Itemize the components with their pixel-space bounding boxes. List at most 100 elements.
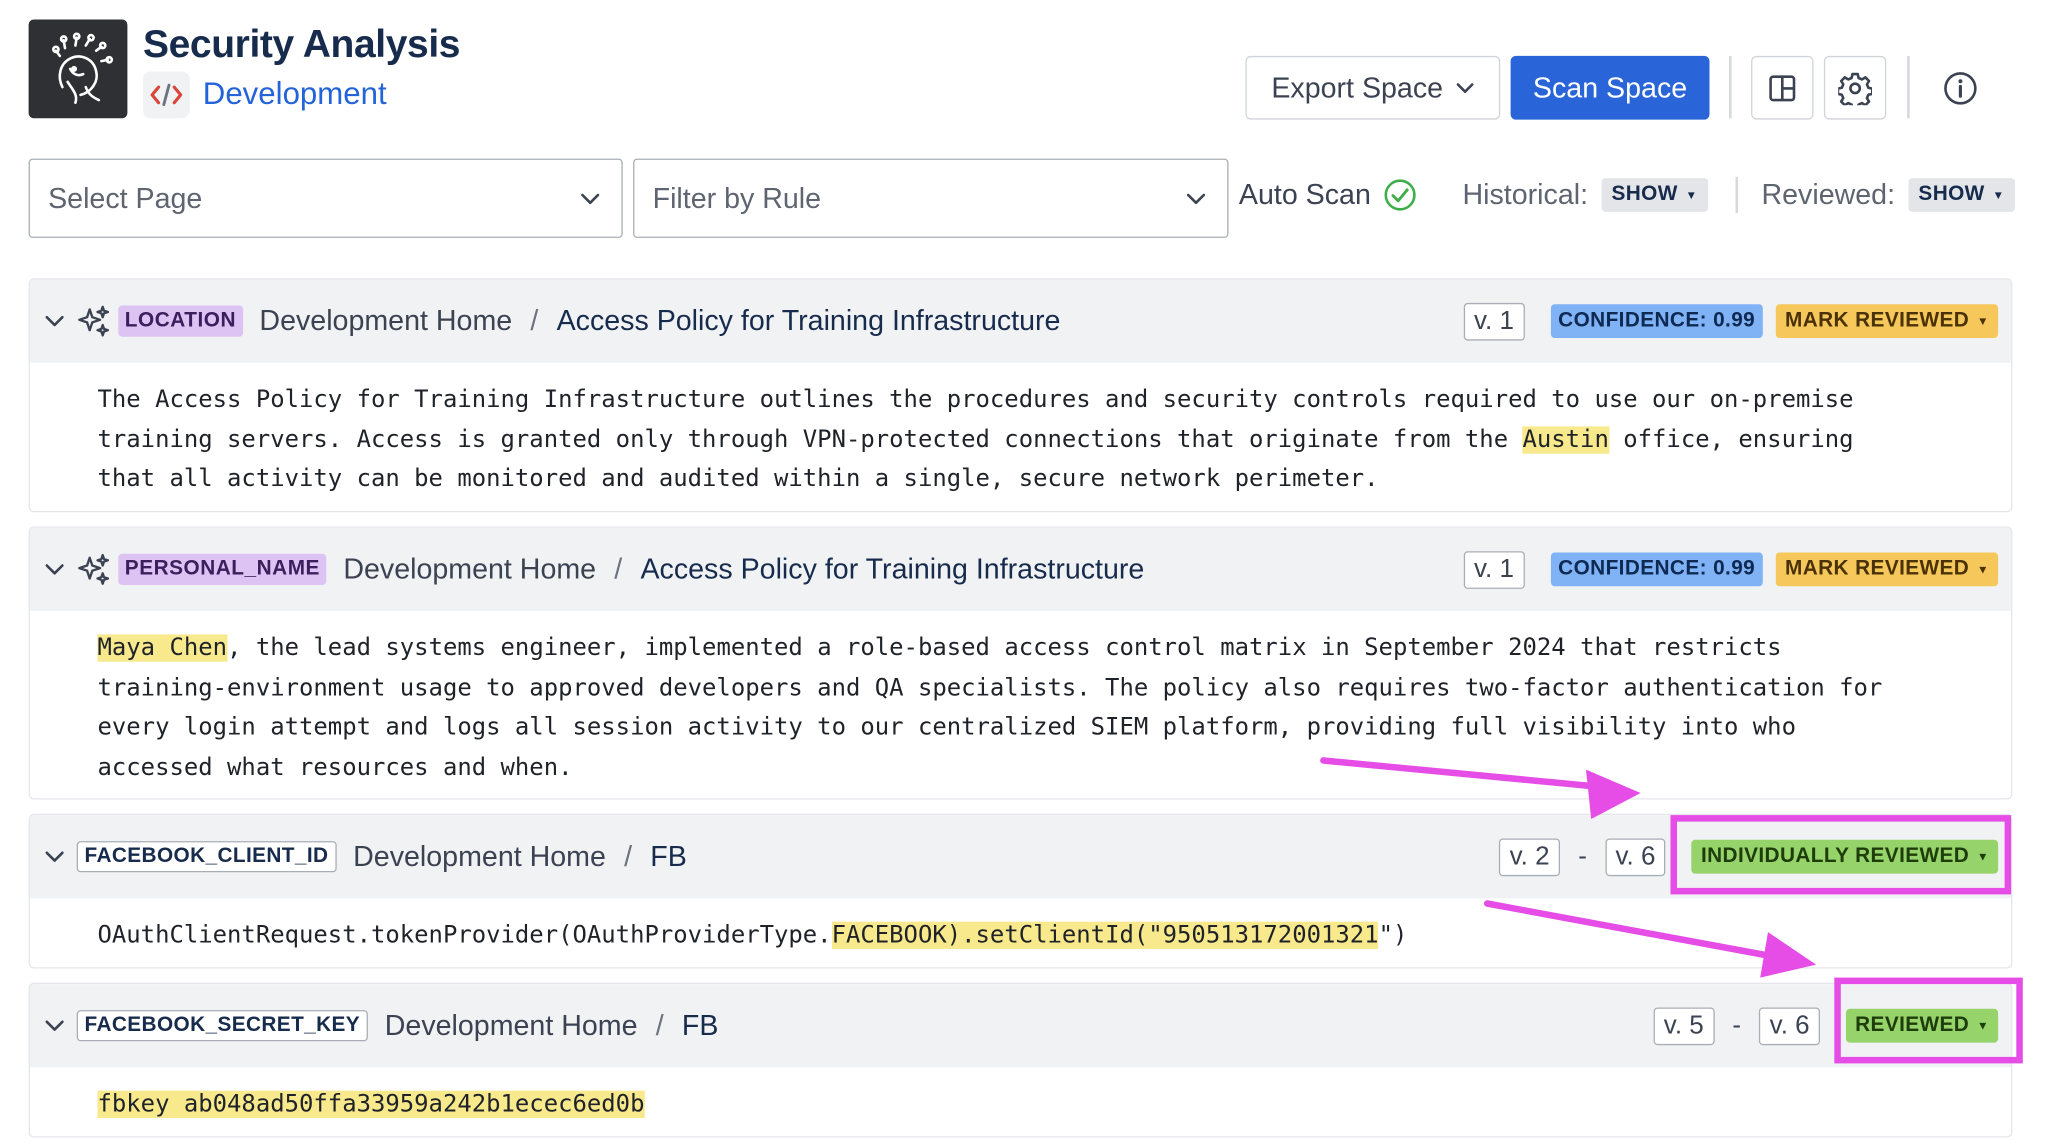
- page-title-link[interactable]: Access Policy for Training Infrastructur…: [640, 553, 1144, 587]
- settings-button[interactable]: [1823, 55, 1887, 120]
- excerpt-text: every login attempt and logs all session…: [97, 714, 1796, 742]
- page-title-link[interactable]: FB: [682, 1009, 719, 1043]
- excerpt-line: training servers. Access is granted only…: [98, 421, 1960, 461]
- finding-header[interactable]: PERSONAL_NAME Development Home / Access …: [29, 527, 2012, 611]
- space-link[interactable]: Development: [203, 77, 387, 113]
- status-label: MARK REVIEWED: [1785, 557, 1970, 580]
- code-icon: [143, 71, 190, 119]
- info-button[interactable]: [1932, 56, 1989, 120]
- finding-header[interactable]: LOCATION Development Home / Access Polic…: [29, 279, 2012, 363]
- caret-down-icon: ▼: [1977, 562, 1989, 576]
- version-to-badge[interactable]: v. 6: [1759, 1006, 1821, 1045]
- excerpt-text: "): [1378, 921, 1408, 949]
- page-title-link[interactable]: Access Policy for Training Infrastructur…: [557, 304, 1061, 338]
- rule-tag: PERSONAL_NAME: [118, 553, 327, 585]
- reviewed-show-toggle[interactable]: SHOW ▼: [1908, 178, 2015, 212]
- excerpt-line: accessed what resources and when.: [98, 749, 1960, 789]
- breadcrumb-separator: /: [530, 304, 539, 337]
- excerpt-text: office, ensuring: [1608, 426, 1854, 454]
- space-breadcrumb: Development: [143, 71, 387, 119]
- mark-reviewed-button[interactable]: MARK REVIEWED ▼: [1775, 304, 1999, 338]
- page-title-link[interactable]: FB: [650, 840, 687, 874]
- page-parent-link[interactable]: Development Home: [385, 1009, 638, 1043]
- finding-excerpt: Maya Chen, the lead systems engineer, im…: [97, 629, 1960, 789]
- app-canvas: Security Analysis Development Export Spa…: [0, 0, 2023, 1144]
- finding-excerpt: fbkey ab048ad50ffa33959a242b1ecec6ed0b: [97, 1086, 1960, 1126]
- auto-scan-label: Auto Scan: [1238, 178, 1371, 211]
- medusa-logo-icon: [51, 32, 114, 104]
- page-parent-link[interactable]: Development Home: [353, 840, 606, 874]
- export-space-label: Export Space: [1271, 70, 1444, 104]
- page-title: Security Analysis: [143, 23, 461, 67]
- finding-excerpt: OAuthClientRequest.tokenProvider(OAuthPr…: [98, 916, 1960, 956]
- excerpt-text: accessed what resources and when.: [97, 754, 573, 782]
- rule-tag: FACEBOOK_CLIENT_ID: [76, 841, 337, 873]
- version-range-separator: -: [1578, 841, 1587, 871]
- breadcrumb-separator: /: [624, 839, 633, 873]
- finding-excerpt: The Access Policy for Training Infrastru…: [98, 381, 1960, 501]
- version-to-badge[interactable]: v. 6: [1605, 837, 1666, 876]
- excerpt-line: Maya Chen, the lead systems engineer, im…: [97, 629, 1960, 669]
- excerpt-line: every login attempt and logs all session…: [98, 709, 1960, 749]
- version-from-badge[interactable]: v. 2: [1499, 837, 1560, 876]
- historical-filter: Historical: SHOW ▼: [1463, 174, 1708, 216]
- caret-down-icon: ▼: [1685, 188, 1698, 202]
- excerpt-text: , the lead systems engineer, implemented…: [227, 634, 1782, 662]
- match-highlight: Austin: [1522, 426, 1609, 454]
- gear-icon: [1838, 72, 1872, 105]
- chevron-down-icon: [581, 193, 600, 204]
- select-page-placeholder: Select Page: [48, 181, 203, 214]
- info-icon: [1944, 71, 1977, 104]
- excerpt-text: that all activity can be monitored and a…: [97, 465, 1379, 494]
- app-logo: [28, 19, 128, 119]
- toolbar-divider: [1728, 55, 1732, 119]
- excerpt-line: training-environment usage to approved d…: [98, 669, 1960, 709]
- sparkles-icon: [77, 553, 111, 587]
- finding-card: LOCATION Development Home / Access Polic…: [28, 278, 2013, 513]
- historical-label: Historical:: [1462, 178, 1589, 211]
- filter-rule-dropdown[interactable]: Filter by Rule: [633, 158, 1229, 238]
- confidence-badge: CONFIDENCE: 0.99: [1550, 552, 1763, 587]
- caret-down-icon: ▼: [1992, 188, 2005, 202]
- chevron-down-icon[interactable]: [43, 1014, 66, 1037]
- select-page-dropdown[interactable]: Select Page: [28, 158, 623, 238]
- match-highlight: fbkey ab048ad50ffa33959a242b1ecec6ed0b: [97, 1090, 645, 1118]
- finding-card: PERSONAL_NAME Development Home / Access …: [28, 526, 2013, 800]
- mark-reviewed-button[interactable]: MARK REVIEWED ▼: [1775, 552, 1999, 587]
- annotation-highlight-box: [1670, 815, 2012, 895]
- chevron-down-icon[interactable]: [43, 309, 66, 332]
- chevron-down-icon: [1186, 193, 1206, 204]
- rule-tag: FACEBOOK_SECRET_KEY: [76, 1010, 368, 1042]
- scan-space-button[interactable]: Scan Space: [1510, 55, 1710, 120]
- excerpt-text: training servers. Access is granted only…: [97, 426, 1523, 454]
- historical-show-toggle[interactable]: SHOW ▼: [1601, 178, 1708, 212]
- match-highlight: Maya Chen: [97, 634, 228, 662]
- breadcrumb-separator: /: [614, 552, 623, 586]
- export-space-button[interactable]: Export Space: [1245, 55, 1501, 120]
- auto-scan-toggle[interactable]: Auto Scan: [1239, 174, 1418, 216]
- excerpt-line: OAuthClientRequest.tokenProvider(OAuthPr…: [98, 916, 1960, 956]
- excerpt-line: The Access Policy for Training Infrastru…: [98, 381, 1960, 421]
- excerpt-text: training-environment usage to approved d…: [97, 674, 1883, 702]
- layout-toggle-button[interactable]: [1751, 55, 1814, 120]
- filter-rule-placeholder: Filter by Rule: [652, 181, 822, 214]
- version-from-badge[interactable]: v. 5: [1653, 1006, 1715, 1045]
- match-highlight: FACEBOOK).setClientId("950513172001321: [831, 921, 1379, 949]
- excerpt-text: The Access Policy for Training Infrastru…: [97, 386, 1854, 414]
- version-badge[interactable]: v. 1: [1463, 302, 1525, 340]
- status-label: MARK REVIEWED: [1785, 309, 1970, 332]
- sparkles-icon: [77, 304, 111, 338]
- finding-header[interactable]: FACEBOOK_SECRET_KEY Development Home / F…: [29, 984, 2012, 1068]
- check-circle-icon: [1383, 179, 1416, 211]
- chevron-down-icon[interactable]: [43, 558, 66, 581]
- layout-panels-icon: [1769, 74, 1796, 101]
- page-parent-link[interactable]: Development Home: [259, 304, 512, 338]
- annotation-highlight-box: [1834, 977, 2023, 1064]
- historical-value: SHOW: [1611, 183, 1678, 206]
- version-badge[interactable]: v. 1: [1463, 550, 1525, 589]
- chevron-down-icon[interactable]: [43, 845, 66, 868]
- reviewed-filter: Reviewed: SHOW ▼: [1761, 174, 2015, 216]
- excerpt-text: OAuthClientRequest.tokenProvider(OAuthPr…: [97, 921, 832, 949]
- toolbar-divider: [1907, 55, 1910, 119]
- page-parent-link[interactable]: Development Home: [343, 553, 596, 587]
